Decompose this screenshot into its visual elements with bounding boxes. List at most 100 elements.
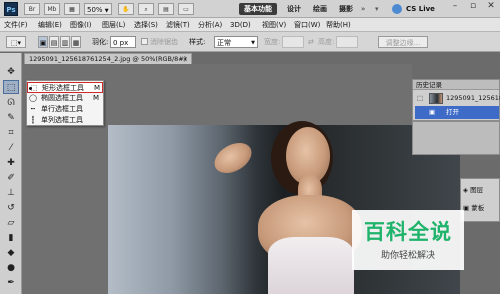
flyout-item-label: 单列选框工具	[41, 116, 83, 124]
history-panel-title[interactable]: 历史记录	[413, 80, 499, 90]
minibridge-icon[interactable]: Mb	[44, 3, 60, 15]
minimize-button[interactable]: –	[446, 0, 464, 14]
swap-icon[interactable]: ⇄	[308, 36, 314, 48]
menu-help[interactable]: 帮助(H)	[326, 18, 351, 32]
brush-tool-icon[interactable]: ✐	[3, 171, 19, 185]
history-brush-icon[interactable]: ↺	[3, 201, 19, 215]
menu-window[interactable]: 窗口(W)	[294, 18, 320, 32]
subtract-from-selection-icon[interactable]: ▥	[60, 36, 70, 48]
close-icon[interactable]: ×	[183, 54, 188, 64]
healing-brush-icon[interactable]: ✚	[3, 156, 19, 170]
masks-icon: ▣	[463, 204, 472, 212]
document-tab[interactable]: 1295091_125618761254_2.jpg @ 50%(RGB/8#)…	[24, 53, 192, 64]
history-step-row[interactable]: ▣ 打开	[415, 106, 499, 119]
history-panel: 历史记录 ⬚ 1295091_125618 ▣ 打开	[412, 79, 500, 121]
menu-bar: 文件(F) 编辑(E) 图像(I) 图层(L) 选择(S) 滤镜(T) 分析(A…	[0, 18, 500, 32]
ellipse-marquee-icon: ◯	[29, 94, 37, 102]
antialias-checkbox[interactable]	[141, 38, 148, 45]
workspace-photography-link[interactable]: 摄影	[339, 3, 353, 15]
menu-filter[interactable]: 滤镜(T)	[166, 18, 190, 32]
feather-label: 羽化:	[92, 38, 109, 46]
menu-analysis[interactable]: 分析(A)	[198, 18, 222, 32]
eraser-tool-icon[interactable]: ▱	[3, 216, 19, 230]
watermark-subtitle: 助你轻松解决	[380, 251, 435, 261]
history-snapshot-row[interactable]: ⬚ 1295091_125618	[415, 92, 500, 105]
eyedropper-tool-icon[interactable]: ⁄	[3, 141, 19, 155]
add-to-selection-icon[interactable]: ▤	[49, 36, 59, 48]
clone-stamp-icon[interactable]: ⊥	[3, 186, 19, 200]
crop-tool-icon[interactable]: ⌗	[3, 126, 19, 140]
intersect-selection-icon[interactable]: ▦	[71, 36, 81, 48]
pen-tool-icon[interactable]: ✒	[3, 276, 19, 290]
workspace-painting-link[interactable]: 绘画	[313, 3, 327, 15]
layers-panel-collapsed: ◈ 图层 ▣ 蒙板	[460, 178, 500, 222]
menu-3d[interactable]: 3D(D)	[230, 18, 251, 32]
workspace-design-link[interactable]: 设计	[287, 3, 301, 15]
workspace-essentials-button[interactable]: 基本功能	[239, 3, 277, 15]
workspace-more-icon[interactable]: »	[361, 3, 365, 15]
move-tool-icon[interactable]: ✥	[3, 65, 19, 79]
menu-edit[interactable]: 编辑(E)	[38, 18, 62, 32]
single-row-marquee-icon: ┅	[30, 105, 36, 113]
menu-view[interactable]: 视图(V)	[262, 18, 286, 32]
style-label: 样式:	[189, 38, 206, 46]
masks-panel-tab[interactable]: ▣ 蒙板	[463, 201, 484, 215]
snapshot-thumbnail	[429, 93, 443, 104]
height-label: 高度:	[318, 38, 335, 46]
zoom-level-dropdown[interactable]: 50% ▼	[84, 3, 112, 15]
menu-layer[interactable]: 图层(L)	[102, 18, 125, 32]
workspace-menu-icon[interactable]: ▾	[375, 3, 383, 15]
feather-input[interactable]: 0 px	[110, 36, 136, 48]
width-input[interactable]	[282, 36, 304, 48]
refine-edge-button[interactable]: 调整边缘...	[378, 36, 428, 48]
flyout-item-single-column-marquee[interactable]: ┇ 单列选框工具	[27, 115, 103, 126]
masks-label: 蒙板	[471, 204, 485, 212]
flyout-item-label: 单行选框工具	[41, 105, 83, 113]
style-select[interactable]: 正常 ▼	[214, 36, 258, 48]
maximize-button[interactable]: ▫	[464, 0, 482, 14]
history-step-label: 打开	[446, 108, 459, 116]
layers-panel-tab[interactable]: ◈ 图层	[463, 183, 483, 197]
options-bar: ⬚▾ ▣ ▤ ▥ ▦ 羽化: 0 px 消除锯齿 样式: 正常 ▼ 宽度: ⇄ …	[0, 32, 500, 52]
height-input[interactable]	[336, 36, 358, 48]
cs-live-icon[interactable]	[392, 4, 402, 14]
lasso-tool-icon[interactable]: ᘏ	[3, 96, 19, 110]
flyout-item-elliptical-marquee[interactable]: ◯ 椭圆选框工具 M	[27, 93, 103, 104]
photo-dress	[268, 237, 354, 294]
history-step-icon: ▣	[429, 108, 436, 116]
tool-preset-picker[interactable]: ⬚▾	[6, 36, 26, 48]
arrange-documents-icon[interactable]: ▤	[158, 3, 174, 15]
flyout-item-rectangular-marquee[interactable]: ⬚ 矩形选框工具 M	[27, 82, 103, 93]
tools-panel: ✥ ⬚ ᘏ ✎ ⌗ ⁄ ✚ ✐ ⊥ ↺ ▱ ▮ ◆ ● ✒	[0, 53, 22, 294]
photo-arm	[209, 136, 257, 180]
chevron-down-icon: ▼	[251, 40, 255, 46]
view-extras-icon[interactable]: ▦	[64, 3, 80, 15]
hand-tool-icon[interactable]: ✋	[118, 3, 134, 15]
width-label: 宽度:	[264, 38, 281, 46]
screen-mode-icon[interactable]: ▭	[178, 3, 194, 15]
marquee-tool-icon[interactable]: ⬚	[3, 80, 19, 94]
blur-tool-icon[interactable]: ◆	[3, 246, 19, 260]
history-panel-footer	[412, 121, 500, 155]
gradient-tool-icon[interactable]: ▮	[3, 231, 19, 245]
single-column-marquee-icon: ┇	[30, 116, 36, 124]
quick-select-tool-icon[interactable]: ✎	[3, 111, 19, 125]
menu-select[interactable]: 选择(S)	[134, 18, 158, 32]
new-selection-icon[interactable]: ▣	[38, 36, 48, 48]
layers-label: 图层	[470, 186, 484, 194]
bridge-icon[interactable]: Br	[24, 3, 40, 15]
menu-file[interactable]: 文件(F)	[4, 18, 28, 32]
document-title: 1295091_125618761254_2.jpg @ 50%(RGB/8#)	[29, 55, 187, 63]
flyout-item-single-row-marquee[interactable]: ┅ 单行选框工具	[27, 104, 103, 115]
dodge-tool-icon[interactable]: ●	[3, 261, 19, 275]
cs-live-label[interactable]: CS Live	[406, 3, 435, 15]
photoshop-logo: Ps	[4, 2, 18, 16]
snapshot-label: 1295091_125618	[446, 94, 500, 102]
menu-image[interactable]: 图像(I)	[70, 18, 92, 32]
zoom-tool-icon[interactable]: ⌕	[138, 3, 154, 15]
watermark-box: 百科全说 助你轻松解决	[352, 210, 464, 270]
watermark-title: 百科全说	[364, 220, 452, 244]
application-bar: Ps Br Mb ▦ 50% ▼ ✋ ⌕ ▤ ▭ 基本功能 设计 绘画 摄影 »…	[0, 0, 500, 18]
close-window-button[interactable]: ✕	[482, 0, 500, 14]
zoom-level-value: 50%	[87, 6, 103, 14]
